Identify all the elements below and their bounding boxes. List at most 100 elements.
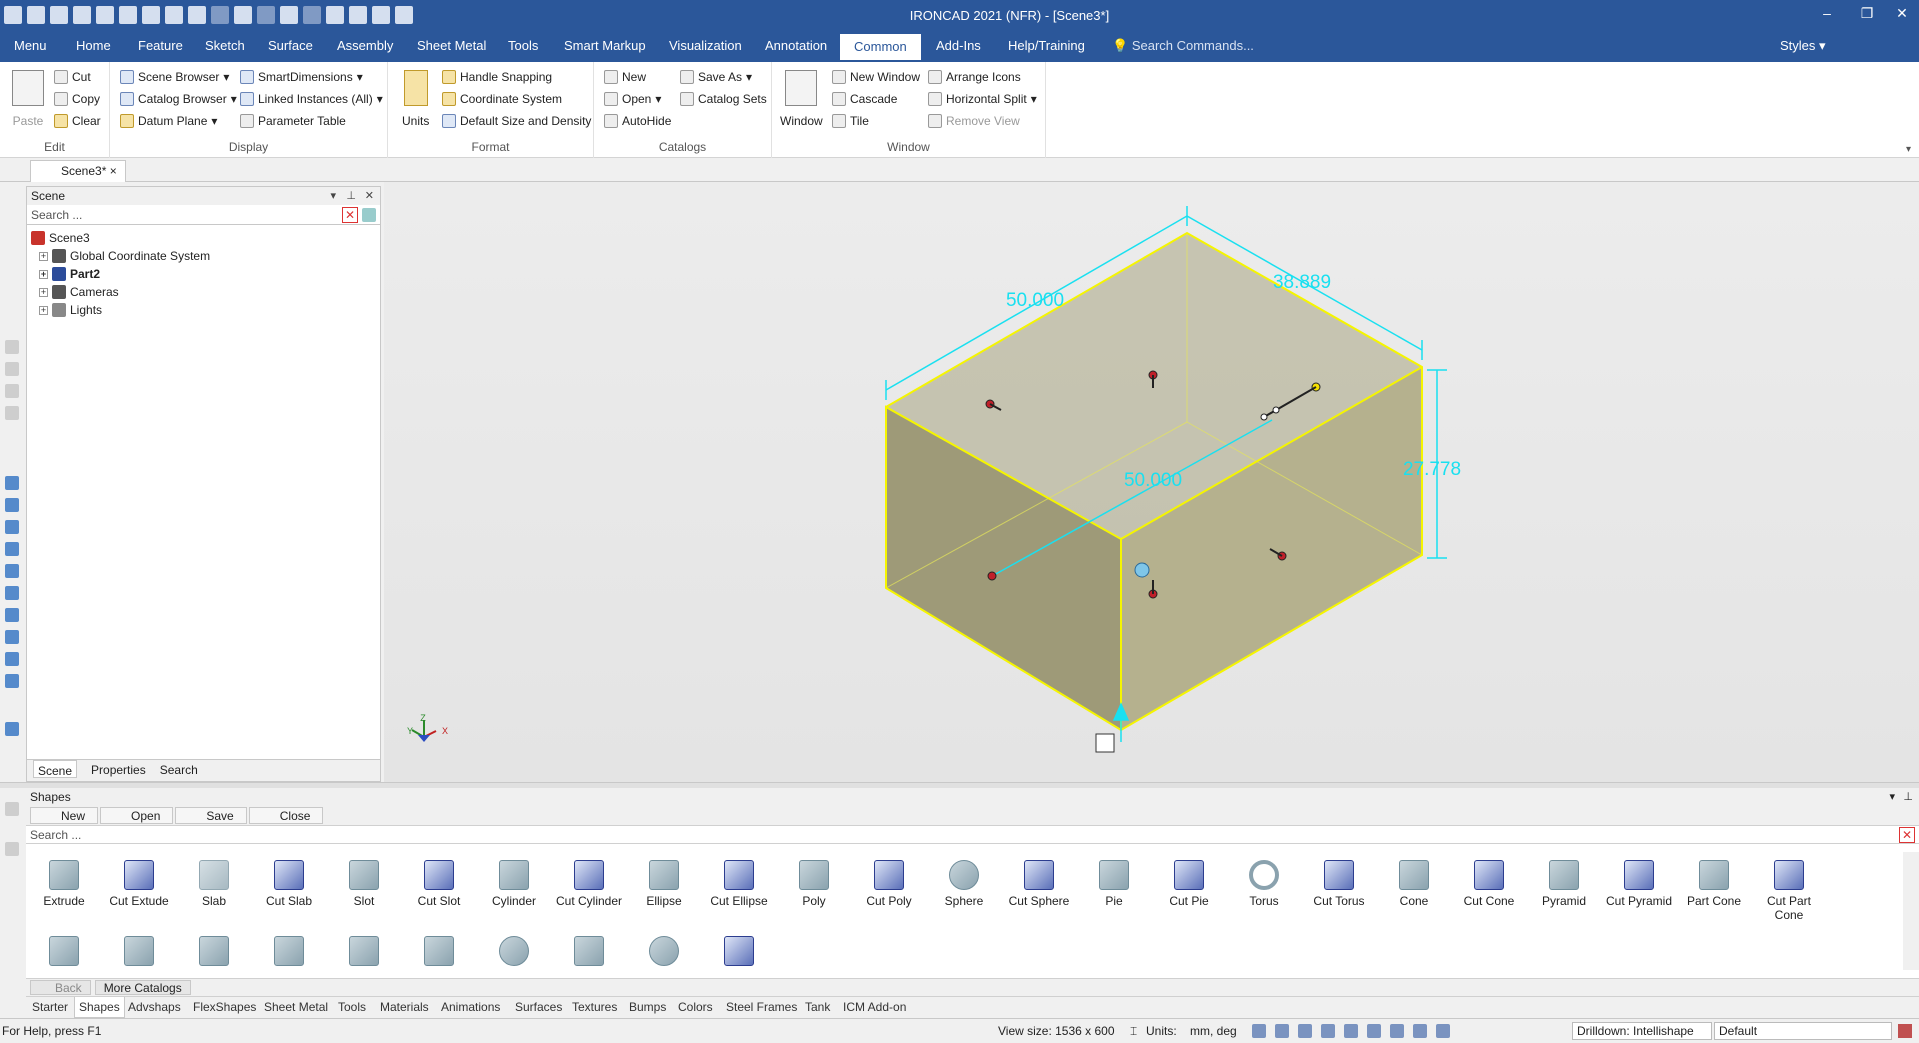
shape-slab[interactable]: Slab [178,860,250,908]
section-icon[interactable] [1390,1024,1404,1038]
tool-11-icon[interactable] [5,608,19,622]
catalog-tab-steel-frames[interactable]: Steel Frames [726,1000,797,1014]
handle-snapping-button[interactable]: Handle Snapping [442,70,552,84]
display-icon[interactable] [1413,1024,1427,1038]
shape-cone[interactable]: Cone [1378,860,1450,908]
tool-14-icon[interactable] [5,674,19,688]
units-value[interactable]: mm, deg [1190,1024,1237,1038]
scene-search-input[interactable]: Search ... ✕ [27,205,380,225]
scene-browser-button[interactable]: Scene Browser ▾ [120,70,229,84]
remove-view-button[interactable]: Remove View [928,114,1020,128]
shape-pyramid[interactable]: Pyramid [1528,860,1600,908]
tool-17-icon[interactable] [5,842,19,856]
panel-dropdown-icon[interactable]: ▾ [330,189,336,202]
tool-3-icon[interactable] [5,384,19,398]
tab-feature[interactable]: Feature [138,38,183,53]
render-mode-icon[interactable] [1367,1024,1381,1038]
window-button[interactable]: Window [780,70,823,128]
shape-row2-item[interactable] [253,936,325,970]
clear-search-icon[interactable]: ✕ [342,207,358,223]
3d-viewport[interactable]: 50.000 38.889 27.778 50.000 Z Y X [384,182,1919,782]
tool-4-icon[interactable] [5,406,19,420]
shapes-scrollbar[interactable] [1903,852,1919,970]
catalog-tab-tools[interactable]: Tools [338,1000,366,1014]
shapes-panel-pin-icon[interactable]: ⊥ [1903,790,1913,803]
expand-icon[interactable]: + [39,287,48,297]
horizontal-split-button[interactable]: Horizontal Split ▾ [928,92,1037,106]
tree-item-part2[interactable]: + Part2 [31,265,376,283]
smart-dimensions-button[interactable]: SmartDimensions ▾ [240,70,363,84]
close-tab-icon[interactable]: × [110,164,117,178]
shape-cut-ellipse[interactable]: Cut Ellipse [703,860,775,908]
tool-16-icon[interactable] [5,802,19,816]
linked-instances-button[interactable]: Linked Instances (All) ▾ [240,92,383,106]
shape-pie[interactable]: Pie [1078,860,1150,908]
pan-icon[interactable] [1298,1024,1312,1038]
shape-slot[interactable]: Slot [328,860,400,908]
dimension-width-middle[interactable]: 50.000 [1124,470,1182,491]
shape-sphere[interactable]: Sphere [928,860,1000,908]
dimension-depth[interactable]: 38.889 [1273,272,1331,293]
catalog-close-button[interactable]: Close [248,807,324,824]
autohide-button[interactable]: AutoHide [604,114,671,128]
shape-poly[interactable]: Poly [778,860,850,908]
tool-2-icon[interactable] [5,362,19,376]
cut-button[interactable]: Cut [54,70,91,84]
tab-scene[interactable]: Scene [33,760,78,778]
tile-button[interactable]: Tile [832,114,869,128]
expand-icon[interactable]: + [39,251,48,261]
shape-cut-cone[interactable]: Cut Cone [1453,860,1525,908]
cascade-button[interactable]: Cascade [832,92,897,106]
tab-common[interactable]: Common [840,34,921,60]
catalog-open-file-button[interactable]: Open [100,807,174,824]
shape-row2-item[interactable] [178,936,250,970]
datum-plane-button[interactable]: Datum Plane ▾ [120,114,217,128]
shape-torus[interactable]: Torus [1228,860,1300,908]
shape-cut-extude[interactable]: Cut Extude [103,860,175,908]
catalog-save-button[interactable]: Save [175,807,247,824]
tool-8-icon[interactable] [5,542,19,556]
tree-item-scene3[interactable]: Scene3 [31,229,376,247]
zoom-fit-icon[interactable] [1275,1024,1289,1038]
tab-surface[interactable]: Surface [268,38,313,53]
shape-cut-part-cone[interactable]: Cut Part Cone [1753,860,1825,922]
catalog-new-button[interactable]: New [604,70,646,84]
shape-cut-torus[interactable]: Cut Torus [1303,860,1375,908]
shape-cut-cylinder[interactable]: Cut Cylinder [553,860,625,908]
clear-shapes-search-icon[interactable]: ✕ [1899,827,1915,843]
shape-row2-item[interactable] [553,936,625,970]
tool-6-icon[interactable] [5,498,19,512]
shape-row2-item[interactable] [478,936,550,970]
shape-ellipse[interactable]: Ellipse [628,860,700,908]
catalog-tab-shapes[interactable]: Shapes [74,997,125,1018]
catalog-sets-button[interactable]: Catalog Sets [680,92,767,106]
shape-cut-pie[interactable]: Cut Pie [1153,860,1225,908]
catalog-tab-textures[interactable]: Textures [572,1000,617,1014]
zoom-icon[interactable] [1252,1024,1266,1038]
shape-cut-poly[interactable]: Cut Poly [853,860,925,908]
catalog-browser-button[interactable]: Catalog Browser ▾ [120,92,237,106]
new-window-button[interactable]: New Window [832,70,920,84]
tab-annotation[interactable]: Annotation [765,38,827,53]
tab-home[interactable]: Home [76,38,111,53]
copy-button[interactable]: Copy [54,92,100,106]
tool-1-icon[interactable] [5,340,19,354]
shape-part-cone[interactable]: Part Cone [1678,860,1750,908]
tree-item-cameras[interactable]: + Cameras [31,283,376,301]
tab-help-training[interactable]: Help/Training [1008,38,1085,53]
shape-row2-item[interactable] [328,936,400,970]
catalog-tab-tank[interactable]: Tank [805,1000,830,1014]
tool-12-icon[interactable] [5,630,19,644]
save-as-button[interactable]: Save As ▾ [680,70,752,84]
catalog-tab-flexshapes[interactable]: FlexShapes [193,1000,256,1014]
paste-button[interactable]: Paste [12,70,44,128]
tab-search[interactable]: Search [160,763,198,778]
shape-extrude[interactable]: Extrude [28,860,100,908]
tab-visualization[interactable]: Visualization [669,38,742,53]
dimension-width-top[interactable]: 50.000 [1006,290,1064,311]
catalog-new-file-button[interactable]: New [30,807,99,824]
tree-item-lights[interactable]: + Lights [31,301,376,319]
shape-row2-item[interactable] [103,936,175,970]
clear-button[interactable]: Clear [54,114,101,128]
expand-icon[interactable]: + [39,305,48,315]
